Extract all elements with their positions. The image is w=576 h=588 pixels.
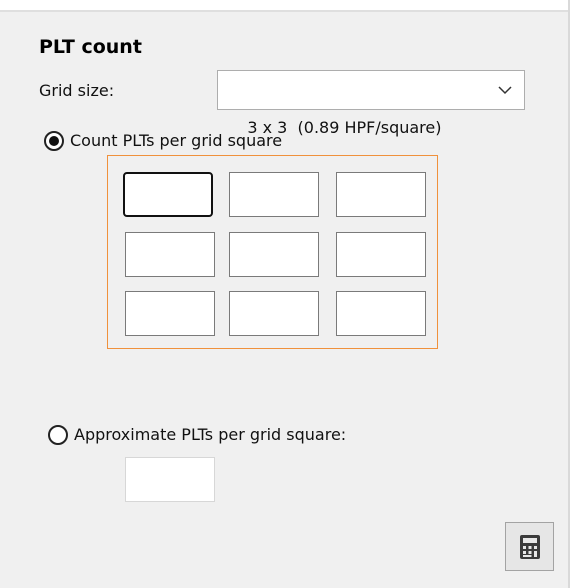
top-divider <box>0 0 576 12</box>
grid-cell-2-2[interactable] <box>229 232 319 277</box>
chevron-down-icon <box>498 86 512 95</box>
count-grid <box>107 155 438 349</box>
grid-cell-3-3[interactable] <box>336 291 426 336</box>
grid-cell-1-3[interactable] <box>336 172 426 217</box>
calculate-button[interactable] <box>505 522 554 571</box>
grid-cell-2-1[interactable] <box>125 232 215 277</box>
count-per-square-option[interactable]: Count PLTs per grid square <box>44 130 282 152</box>
count-per-square-label: Count PLTs per grid square <box>70 131 283 150</box>
grid-cell-3-1[interactable] <box>125 291 215 336</box>
approximate-input[interactable] <box>125 457 215 502</box>
grid-cell-1-2[interactable] <box>229 172 319 217</box>
grid-size-label: Grid size: <box>39 81 115 100</box>
grid-cell-1-1[interactable] <box>123 172 213 217</box>
grid-cell-2-3[interactable] <box>336 232 426 277</box>
panel-title: PLT count <box>39 36 142 58</box>
approximate-radio[interactable] <box>48 425 68 445</box>
grid-size-select[interactable]: 3 x 3 (0.89 HPF/square) <box>217 70 525 137</box>
approximate-option[interactable]: Approximate PLTs per grid square: <box>48 424 346 446</box>
calculator-icon <box>519 534 540 559</box>
approximate-label: Approximate PLTs per grid square: <box>74 425 347 444</box>
plt-count-panel: PLT count Grid size: 3 x 3 (0.89 HPF/squ… <box>0 0 576 588</box>
grid-cell-3-2[interactable] <box>229 291 319 336</box>
count-per-square-radio[interactable] <box>44 131 64 151</box>
right-divider <box>568 0 576 588</box>
